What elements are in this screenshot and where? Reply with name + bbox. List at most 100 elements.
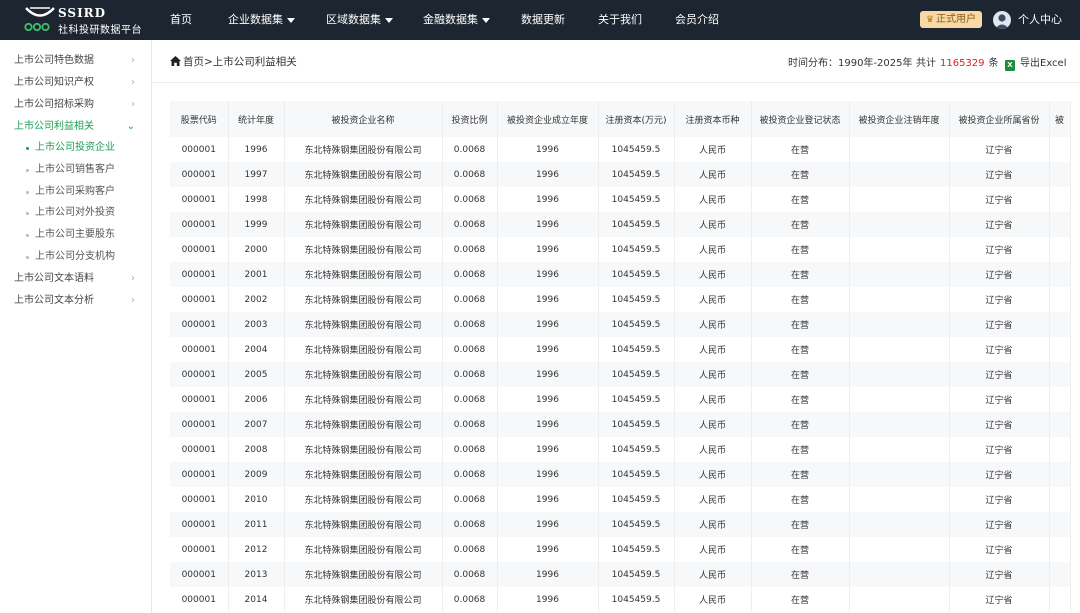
table-row[interactable]: 000001 2014 东北特殊钢集团股份有限公司 0.0068 1996 1045459… bbox=[170, 587, 1071, 612]
table-cell-overflow bbox=[1049, 462, 1071, 487]
table-cell-investee-name: 东北特殊钢集团股份有限公司 bbox=[284, 162, 443, 187]
table-cell-deregistration-year bbox=[849, 437, 950, 462]
table-cell-stock-code: 000001 bbox=[170, 337, 229, 362]
table-cell-stat-year: 2008 bbox=[228, 437, 285, 462]
table-cell-investment-ratio: 0.0068 bbox=[442, 212, 498, 237]
table-cell-province: 辽宁省 bbox=[949, 162, 1050, 187]
table-cell-overflow bbox=[1049, 237, 1071, 262]
table-row[interactable]: 000001 2002 东北特殊钢集团股份有限公司 0.0068 1996 1045459… bbox=[170, 287, 1071, 312]
table-cell-registered-capital: 1045459.5 bbox=[598, 587, 675, 612]
table-cell-registered-capital: 1045459.5 bbox=[598, 262, 675, 287]
table-cell-overflow bbox=[1049, 362, 1071, 387]
table-cell-investee-name: 东北特殊钢集团股份有限公司 bbox=[284, 287, 443, 312]
sidebar-subitem-label: 上市公司对外投资 bbox=[35, 207, 115, 218]
sidebar-subitem-outbound-investment[interactable]: 上市公司对外投资 bbox=[0, 203, 151, 223]
nav-region-dataset[interactable]: 区域数据集 bbox=[326, 0, 393, 40]
table-cell-stat-year: 2010 bbox=[228, 487, 285, 512]
table-cell-capital-currency: 人民币 bbox=[674, 212, 752, 237]
sidebar-subitem-sales-customers[interactable]: 上市公司销售客户 bbox=[0, 160, 151, 180]
table-cell-overflow bbox=[1049, 537, 1071, 562]
nav-finance-dataset[interactable]: 金融数据集 bbox=[423, 0, 490, 40]
table-cell-investment-ratio: 0.0068 bbox=[442, 337, 498, 362]
table-row[interactable]: 000001 1998 东北特殊钢集团股份有限公司 0.0068 1996 1045459… bbox=[170, 187, 1071, 212]
table-cell-registration-status: 在营 bbox=[751, 562, 850, 587]
export-excel-button[interactable]: X 导出Excel bbox=[1005, 54, 1067, 71]
table-row[interactable]: 000001 2003 东北特殊钢集团股份有限公司 0.0068 1996 1045459… bbox=[170, 312, 1071, 337]
user-avatar[interactable] bbox=[993, 11, 1011, 29]
table-cell-stock-code: 000001 bbox=[170, 187, 229, 212]
sidebar-subitem-investee[interactable]: 上市公司投资企业 bbox=[0, 138, 151, 158]
user-center-link[interactable]: 个人中心 bbox=[1018, 0, 1062, 40]
sidebar-item-featured-data[interactable]: 上市公司特色数据 › bbox=[0, 51, 151, 71]
bullet-dot-icon bbox=[26, 147, 29, 150]
table-cell-capital-currency: 人民币 bbox=[674, 487, 752, 512]
column-header-stat-year: 统计年度 bbox=[228, 101, 285, 137]
table-cell-stat-year: 1999 bbox=[228, 212, 285, 237]
sidebar-item-label: 上市公司文本语料 bbox=[14, 273, 94, 284]
table-cell-deregistration-year bbox=[849, 262, 950, 287]
table-cell-registration-status: 在营 bbox=[751, 537, 850, 562]
sidebar-item-label: 上市公司特色数据 bbox=[14, 55, 94, 66]
table-cell-capital-currency: 人民币 bbox=[674, 162, 752, 187]
table-row[interactable]: 000001 2000 东北特殊钢集团股份有限公司 0.0068 1996 1045459… bbox=[170, 237, 1071, 262]
table-row[interactable]: 000001 2008 东北特殊钢集团股份有限公司 0.0068 1996 1045459… bbox=[170, 437, 1071, 462]
table-row[interactable]: 000001 1999 东北特殊钢集团股份有限公司 0.0068 1996 1045459… bbox=[170, 212, 1071, 237]
sidebar-item-text-analysis[interactable]: 上市公司文本分析 › bbox=[0, 291, 151, 311]
table-row[interactable]: 000001 2004 东北特殊钢集团股份有限公司 0.0068 1996 1045459… bbox=[170, 337, 1071, 362]
sidebar-subitem-branches[interactable]: 上市公司分支机构 bbox=[0, 247, 151, 267]
nav-home[interactable]: 首页 bbox=[170, 0, 192, 40]
sidebar-item-procurement[interactable]: 上市公司招标采购 › bbox=[0, 95, 151, 115]
table-cell-registration-status: 在营 bbox=[751, 287, 850, 312]
content-header: 首页>上市公司利益相关 时间分布：1990年-2025年 共计 1165329 条 … bbox=[152, 40, 1080, 83]
table-row[interactable]: 000001 2001 东北特殊钢集团股份有限公司 0.0068 1996 1045459… bbox=[170, 262, 1071, 287]
table-cell-stat-year: 2009 bbox=[228, 462, 285, 487]
chevron-right-icon: › bbox=[131, 273, 135, 284]
sidebar-subitem-major-shareholders[interactable]: 上市公司主要股东 bbox=[0, 225, 151, 245]
sidebar-item-stakeholders[interactable]: 上市公司利益相关 ⌄ bbox=[0, 117, 151, 137]
sidebar-item-label: 上市公司招标采购 bbox=[14, 99, 94, 110]
nav-membership[interactable]: 会员介绍 bbox=[675, 0, 719, 40]
table-cell-investment-ratio: 0.0068 bbox=[442, 412, 498, 437]
table-row[interactable]: 000001 1997 东北特殊钢集团股份有限公司 0.0068 1996 1045459… bbox=[170, 162, 1071, 187]
table-cell-province: 辽宁省 bbox=[949, 187, 1050, 212]
total-count: 共计 1165329 条 bbox=[916, 54, 999, 69]
table-row[interactable]: 000001 2007 东北特殊钢集团股份有限公司 0.0068 1996 1045459… bbox=[170, 412, 1071, 437]
table-cell-overflow bbox=[1049, 337, 1071, 362]
sidebar: 上市公司特色数据 › 上市公司知识产权 › 上市公司招标采购 › 上市公司利益相… bbox=[0, 40, 152, 613]
table-cell-registration-status: 在营 bbox=[751, 337, 850, 362]
sidebar-item-text-corpus[interactable]: 上市公司文本语料 › bbox=[0, 269, 151, 289]
table-cell-investment-ratio: 0.0068 bbox=[442, 487, 498, 512]
table-cell-capital-currency: 人民币 bbox=[674, 187, 752, 212]
nav-enterprise-dataset[interactable]: 企业数据集 bbox=[228, 0, 295, 40]
sidebar-item-ip[interactable]: 上市公司知识产权 › bbox=[0, 73, 151, 93]
table-cell-stock-code: 000001 bbox=[170, 412, 229, 437]
table-row[interactable]: 000001 1996 东北特殊钢集团股份有限公司 0.0068 1996 1045459… bbox=[170, 137, 1071, 162]
table-cell-investee-name: 东北特殊钢集团股份有限公司 bbox=[284, 462, 443, 487]
table-cell-deregistration-year bbox=[849, 387, 950, 412]
nav-about-us[interactable]: 关于我们 bbox=[598, 0, 642, 40]
table-cell-stock-code: 000001 bbox=[170, 162, 229, 187]
table-row[interactable]: 000001 2009 东北特殊钢集团股份有限公司 0.0068 1996 1045459… bbox=[170, 462, 1071, 487]
table-cell-investment-ratio: 0.0068 bbox=[442, 187, 498, 212]
table-row[interactable]: 000001 2012 东北特殊钢集团股份有限公司 0.0068 1996 1045459… bbox=[170, 537, 1071, 562]
top-navbar: SSIRD 社科投研数据平台 首页 企业数据集 区域数据集 金融数据集 数据更新… bbox=[0, 0, 1080, 40]
table-cell-overflow bbox=[1049, 437, 1071, 462]
column-header-capital-currency: 注册资本币种 bbox=[674, 101, 752, 137]
table-row[interactable]: 000001 2013 东北特殊钢集团股份有限公司 0.0068 1996 1045459… bbox=[170, 562, 1071, 587]
nav-data-update[interactable]: 数据更新 bbox=[521, 0, 565, 40]
table-row[interactable]: 000001 2006 东北特殊钢集团股份有限公司 0.0068 1996 1045459… bbox=[170, 387, 1071, 412]
breadcrumb[interactable]: 首页>上市公司利益相关 bbox=[170, 54, 297, 69]
column-header-province: 被投资企业所属省份 bbox=[949, 101, 1050, 137]
table-cell-founded-year: 1996 bbox=[497, 137, 599, 162]
vip-status-badge[interactable]: ♛ 正式用户 bbox=[920, 11, 982, 28]
table-row[interactable]: 000001 2010 东北特殊钢集团股份有限公司 0.0068 1996 1045459… bbox=[170, 487, 1071, 512]
table-cell-province: 辽宁省 bbox=[949, 337, 1050, 362]
table-row[interactable]: 000001 2011 东北特殊钢集团股份有限公司 0.0068 1996 1045459… bbox=[170, 512, 1071, 537]
table-cell-stat-year: 2001 bbox=[228, 262, 285, 287]
table-cell-stat-year: 2003 bbox=[228, 312, 285, 337]
brand-logo[interactable]: SSIRD 社科投研数据平台 bbox=[24, 5, 142, 36]
table-cell-overflow bbox=[1049, 312, 1071, 337]
table-cell-registration-status: 在营 bbox=[751, 462, 850, 487]
table-row[interactable]: 000001 2005 东北特殊钢集团股份有限公司 0.0068 1996 1045459… bbox=[170, 362, 1071, 387]
sidebar-subitem-purchase-customers[interactable]: 上市公司采购客户 bbox=[0, 182, 151, 202]
